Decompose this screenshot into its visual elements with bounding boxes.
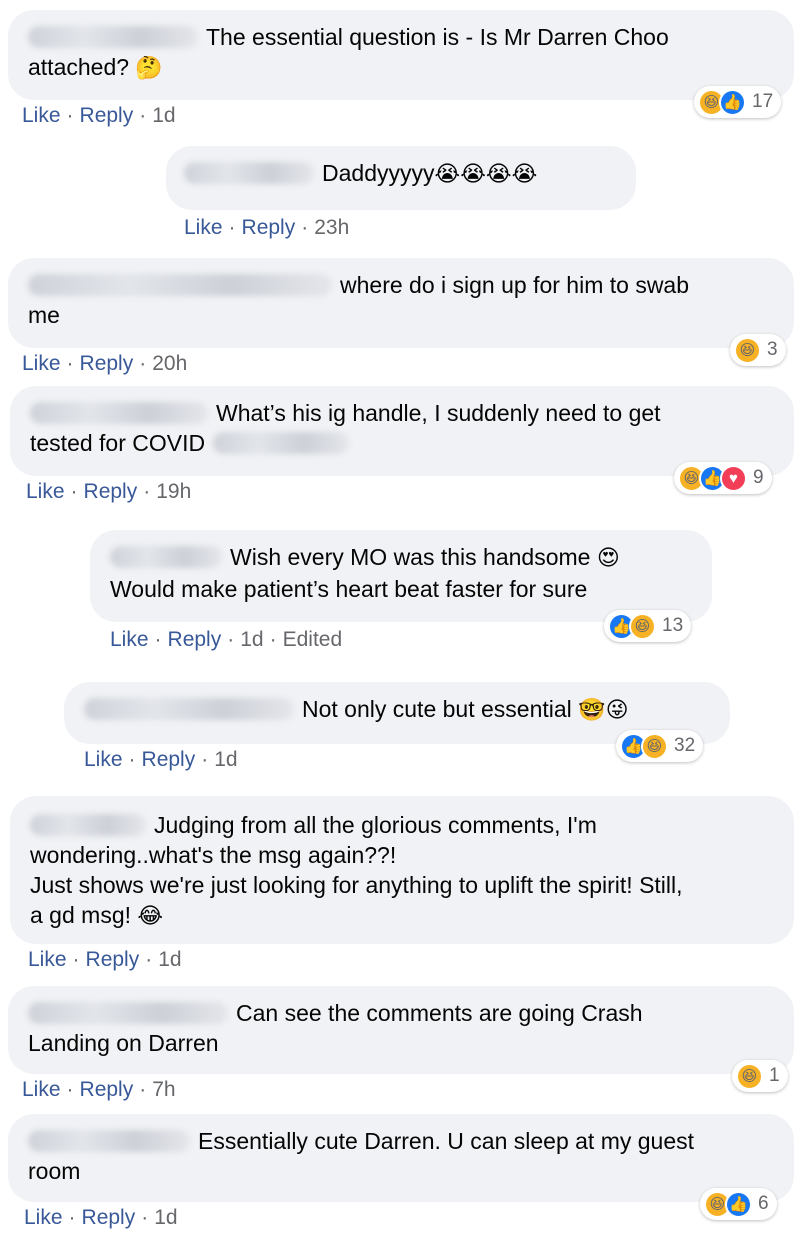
haha-reaction-icon: 😆 [629,612,656,640]
like-link[interactable]: Like [22,1078,61,1101]
reaction-count: 17 [752,91,774,112]
like-link[interactable]: Like [84,748,123,771]
like-link[interactable]: Like [22,352,61,375]
tears-of-joy-emoji: 😂 [137,904,164,929]
thinking-emoji: 🤔 [135,56,163,81]
blurred-author-name [28,26,198,48]
comment-text: tested for COVID [30,428,776,458]
reaction-summary[interactable]: 👍 😆 32 [616,730,704,762]
comment-text: a gd msg! 😂 [30,902,164,929]
reply-link[interactable]: Reply [80,352,134,375]
timestamp[interactable]: 20h [152,352,187,375]
nerd-face-emoji: 🤓😜 [578,698,629,723]
comment-text: me [28,302,60,328]
comment-text: Wish every MO was this handsome 😍 [110,542,694,574]
comment-actions: Like · Reply · 1d · Edited [110,628,343,651]
reaction-count: 13 [662,615,684,636]
comment-bubble: What’s his ig handle, I suddenly need to… [10,386,794,476]
reaction-summary[interactable]: 😆 👍 17 [694,86,782,118]
reply-link[interactable]: Reply [82,1206,136,1229]
reaction-summary[interactable]: 😆 1 [732,1060,788,1092]
comment-actions: Like · Reply · 1d [84,748,238,771]
heart-eyes-emoji: 😍 [596,546,620,571]
haha-reaction-icon: 😆 [641,732,668,760]
reaction-count: 32 [674,735,696,756]
comment-bubble: The essential question is - Is Mr Darren… [8,10,794,100]
like-link[interactable]: Like [28,948,67,971]
love-reaction-icon: ♥ [720,464,747,492]
comment-text: Not only cute but essential 🤓😜 [84,694,712,726]
comment-bubble: where do i sign up for him to swab me [8,258,794,348]
blurred-author-name [184,162,314,184]
blurred-author-name [84,698,294,720]
comment-bubble: Judging from all the glorious comments, … [10,796,794,944]
blurred-author-name [28,1130,190,1152]
comment-text: Judging from all the glorious comments, … [30,810,776,840]
comment-text: Just shows we're just looking for anythi… [30,872,683,898]
reply-link[interactable]: Reply [84,480,138,503]
comment-actions: Like · Reply · 1d [28,948,182,971]
comment-text: The essential question is - Is Mr Darren… [28,22,776,52]
reaction-summary[interactable]: 😆 👍 ♥ 9 [674,462,772,494]
comment-text: Would make patient’s heart beat faster f… [110,576,588,602]
comment-bubble: Can see the comments are going Crash Lan… [8,986,794,1074]
timestamp[interactable]: 1d [152,104,175,127]
crying-emoji: 😭😭😭😭 [434,162,538,187]
reply-link[interactable]: Reply [242,216,296,239]
blurred-author-name [110,546,222,568]
comment-actions: Like · Reply · 19h [26,480,192,503]
comment-text: Essentially cute Darren. U can sleep at … [28,1126,776,1156]
blurred-author-name [30,814,146,836]
blurred-author-name [28,274,332,296]
comment-bubble: Essentially cute Darren. U can sleep at … [8,1114,794,1202]
timestamp[interactable]: 1d [154,1206,177,1229]
timestamp[interactable]: 1d [214,748,237,771]
edited-label: Edited [282,628,343,651]
blurred-author-name [28,1002,228,1024]
comment-text: Landing on Darren [28,1030,219,1056]
comment-text: wondering..what's the msg again??! [30,842,397,868]
comment-bubble: Daddyyyyy😭😭😭😭 [166,146,636,210]
comment-text: attached? 🤔 [28,54,163,81]
like-link[interactable]: Like [184,216,223,239]
comment-actions: Like · Reply · 1d [24,1206,178,1229]
timestamp[interactable]: 23h [314,216,349,239]
like-reaction-icon: 👍 [725,1190,752,1218]
comment-text: where do i sign up for him to swab [28,270,776,300]
comment-actions: Like · Reply · 23h [184,216,350,239]
timestamp[interactable]: 1d [240,628,263,651]
like-link[interactable]: Like [22,104,61,127]
reaction-summary[interactable]: 👍 😆 13 [604,610,692,642]
timestamp[interactable]: 1d [158,948,181,971]
haha-reaction-icon: 😆 [736,1062,763,1090]
blurred-author-name [30,402,208,424]
reply-link[interactable]: Reply [86,948,140,971]
comment-bubble: Wish every MO was this handsome 😍 Would … [90,530,712,622]
like-reaction-icon: 👍 [719,88,746,116]
blurred-mention [213,432,350,454]
reply-link[interactable]: Reply [142,748,196,771]
reaction-summary[interactable]: 😆 3 [730,334,786,366]
comment-actions: Like · Reply · 1d [22,104,176,127]
timestamp[interactable]: 7h [152,1078,175,1101]
timestamp[interactable]: 19h [156,480,191,503]
comment-actions: Like · Reply · 7h [22,1078,176,1101]
reply-link[interactable]: Reply [80,104,134,127]
like-link[interactable]: Like [110,628,149,651]
reply-link[interactable]: Reply [168,628,222,651]
comment-actions: Like · Reply · 20h [22,352,188,375]
reaction-count: 1 [769,1065,780,1086]
reaction-count: 3 [767,339,778,360]
comment-text: room [28,1158,81,1184]
comment-text: Can see the comments are going Crash [28,998,776,1028]
haha-reaction-icon: 😆 [734,336,761,364]
reaction-count: 6 [758,1193,769,1214]
reaction-count: 9 [753,467,764,488]
like-link[interactable]: Like [24,1206,63,1229]
reply-link[interactable]: Reply [80,1078,134,1101]
reaction-summary[interactable]: 😆 👍 6 [700,1188,777,1220]
comment-text: Daddyyyyy😭😭😭😭 [184,158,618,190]
comment-text: What’s his ig handle, I suddenly need to… [30,398,776,428]
like-link[interactable]: Like [26,480,65,503]
